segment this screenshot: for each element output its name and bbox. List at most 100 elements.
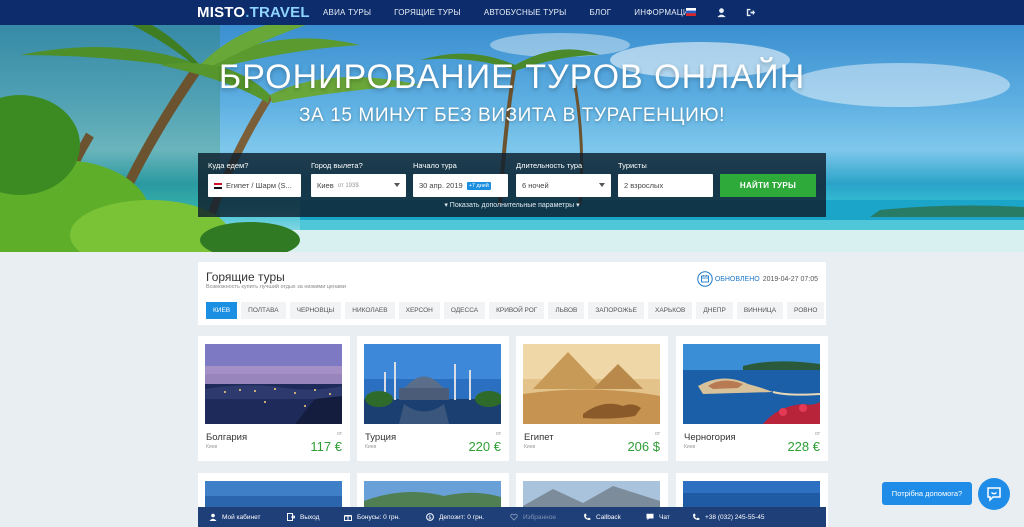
city-tab-kharkov[interactable]: ХАРЬКОВ [647, 302, 693, 319]
city-tab-dnepr[interactable]: ДНЕПР [696, 302, 733, 319]
destination-value: Египет / Шарм (S... [226, 181, 292, 190]
logout-icon [287, 513, 295, 521]
tourists-label: Туристы [618, 161, 647, 170]
city-tab-poltava[interactable]: ПОЛТАВА [241, 302, 286, 319]
city-tab-krivoy-rog[interactable]: КРИВОЙ РОГ [489, 302, 545, 319]
coin-icon: $ [426, 513, 434, 521]
start-date-input[interactable]: 30 апр. 2019 +7 дней [413, 174, 508, 197]
hero-title: БРОНИРОВАНИЕ ТУРОВ ОНЛАЙН [218, 58, 806, 96]
svg-text:$: $ [428, 515, 431, 521]
phone-number-link[interactable]: +38 (032) 245-55-45 [692, 513, 764, 521]
card-price: 206 $ [627, 439, 660, 454]
card-price-from: от [815, 431, 820, 437]
tour-card-montenegro[interactable]: Черногория Киев от 228 € [676, 336, 828, 461]
updated-label: ОБНОВЛЕНО [714, 276, 760, 283]
duration-select[interactable]: 6 ночей [516, 174, 611, 197]
card-price-from: от [655, 431, 660, 437]
date-flex-badge: +7 дней [466, 181, 491, 190]
calendar-refresh-icon [697, 271, 713, 287]
city-tab-kiev[interactable]: КИЕВ [206, 302, 238, 319]
more-params-link[interactable]: ▾ Показать дополнительные параметры ▾ [198, 201, 826, 209]
find-tours-button[interactable]: НАЙТИ ТУРЫ [720, 174, 816, 197]
logo-suffix: TRAVEL [249, 4, 310, 21]
tour-card-egypt[interactable]: Египет Киев от 206 $ [516, 336, 668, 461]
egypt-flag-icon [214, 182, 222, 189]
help-bubble[interactable]: Потрібна допомога? [882, 482, 972, 505]
nav-bus-tours[interactable]: АВТОБУСНЫЕ ТУРЫ [484, 8, 567, 17]
hot-tours-subtitle: Возможность купить лучший отдых за низки… [206, 284, 346, 290]
start-date-label: Начало тура [413, 161, 457, 170]
city-tab-lviv[interactable]: ЛЬВОВ [548, 302, 585, 319]
chat-link[interactable]: Чат [646, 513, 670, 521]
card-from-city: Киев [684, 444, 696, 450]
favorites-link[interactable]: Избранное [510, 513, 556, 521]
destination-label: Куда едем? [208, 161, 249, 170]
city-tab-odessa[interactable]: ОДЕССА [443, 302, 486, 319]
turkey-photo [364, 344, 501, 424]
phone-number-label: +38 (032) 245-55-45 [705, 513, 765, 521]
gift-icon [344, 515, 352, 521]
card-country: Болгария [206, 432, 248, 443]
start-date-value: 30 апр. 2019 [419, 181, 463, 190]
favorites-label: Избранное [523, 513, 556, 521]
city-tab-kherson[interactable]: ХЕРСОН [398, 302, 440, 319]
user-icon[interactable] [716, 7, 727, 18]
card-from-city: Киев [206, 444, 218, 450]
city-tab-nikolaev[interactable]: НИКОЛАЕВ [345, 302, 395, 319]
bulgaria-photo [205, 344, 342, 424]
phone-icon [584, 513, 591, 521]
chevron-down-icon [599, 183, 605, 187]
bottom-logout-link[interactable]: Выход [287, 513, 319, 521]
card-price: 228 € [787, 439, 820, 454]
hot-tours-panel: Горящие туры Возможность купить лучший о… [198, 262, 826, 325]
card-from-city: Киев [365, 444, 377, 450]
tour-card-turkey[interactable]: Турция Киев от 220 € [357, 336, 509, 461]
deposit-label: Депозит: 0 грн. [439, 513, 485, 521]
user-icon [209, 513, 217, 521]
tour-card-bulgaria[interactable]: Болгария Киев от 117 € [198, 336, 350, 461]
tourists-value: 2 взрослых [624, 181, 664, 190]
tour-search-panel: Куда едем? Египет / Шарм (S... Город выл… [198, 153, 826, 217]
bonuses-label: Бонусы: 0 грн. [357, 513, 400, 521]
help-chat-button[interactable] [978, 478, 1010, 510]
tourists-input[interactable]: 2 взрослых [618, 174, 713, 197]
duration-value: 6 ночей [522, 181, 549, 190]
callback-link[interactable]: Callback [583, 513, 621, 521]
logout-icon[interactable] [745, 7, 756, 18]
nav-avia-tours[interactable]: АВИА ТУРЫ [323, 8, 371, 17]
chevron-down-icon [394, 183, 400, 187]
card-country: Черногория [684, 432, 736, 443]
bottom-logout-label: Выход [300, 513, 320, 521]
chat-smile-icon [987, 487, 1001, 502]
card-price: 220 € [468, 439, 501, 454]
nav-hot-tours[interactable]: ГОРЯЩИЕ ТУРЫ [394, 8, 461, 17]
top-navbar: MISTO.TRAVEL АВИА ТУРЫ ГОРЯЩИЕ ТУРЫ АВТО… [0, 0, 1024, 25]
hero-banner: БРОНИРОВАНИЕ ТУРОВ ОНЛАЙН ЗА 15 МИНУТ БЕ… [0, 25, 1024, 252]
nav-blog[interactable]: БЛОГ [589, 8, 611, 17]
heart-icon [510, 513, 518, 521]
chat-label: Чат [659, 513, 670, 521]
card-price-from: от [496, 431, 501, 437]
departure-label: Город вылета? [311, 161, 363, 170]
russian-flag-icon[interactable] [686, 8, 696, 16]
city-tab-zaporozhye[interactable]: ЗАПОРОЖЬЕ [588, 302, 644, 319]
card-country: Турция [365, 432, 397, 443]
deposit-link[interactable]: $ Депозит: 0 грн. [426, 513, 484, 521]
logo-main: MISTO [197, 4, 246, 21]
site-logo[interactable]: MISTO.TRAVEL [197, 4, 310, 21]
departure-select[interactable]: Киев от 193$ [311, 174, 406, 197]
montenegro-photo [683, 344, 820, 424]
destination-input[interactable]: Египет / Шарм (S... [208, 174, 301, 197]
my-cabinet-label: Мой кабинет [222, 513, 261, 521]
departure-value: Киев [317, 181, 334, 190]
bonuses-link[interactable]: Бонусы: 0 грн. [344, 513, 400, 521]
hero-subtitle: ЗА 15 МИНУТ БЕЗ ВИЗИТА В ТУРАГЕНЦИЮ! [298, 105, 726, 126]
city-tab-vinnitsa[interactable]: ВИННИЦА [736, 302, 784, 319]
main-nav: АВИА ТУРЫ ГОРЯЩИЕ ТУРЫ АВТОБУСНЫЕ ТУРЫ Б… [323, 0, 718, 25]
city-tab-chernovtsy[interactable]: ЧЕРНОВЦЫ [289, 302, 342, 319]
my-cabinet-link[interactable]: Мой кабинет [209, 513, 260, 521]
hot-tours-title: Горящие туры [206, 270, 285, 284]
updated-value: 2019-04-27 07:05 [762, 276, 818, 283]
city-tab-rovno[interactable]: РОВНО [787, 302, 825, 319]
card-from-city: Киев [524, 444, 536, 450]
